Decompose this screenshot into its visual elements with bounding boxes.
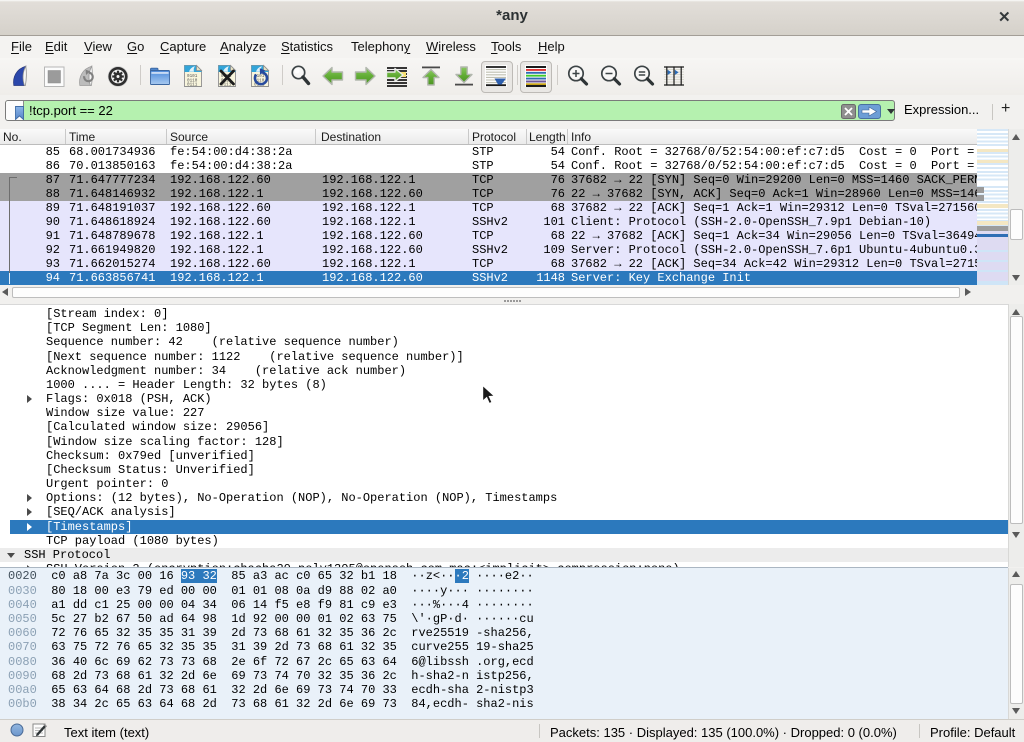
svg-text:0111: 0111	[187, 83, 198, 88]
